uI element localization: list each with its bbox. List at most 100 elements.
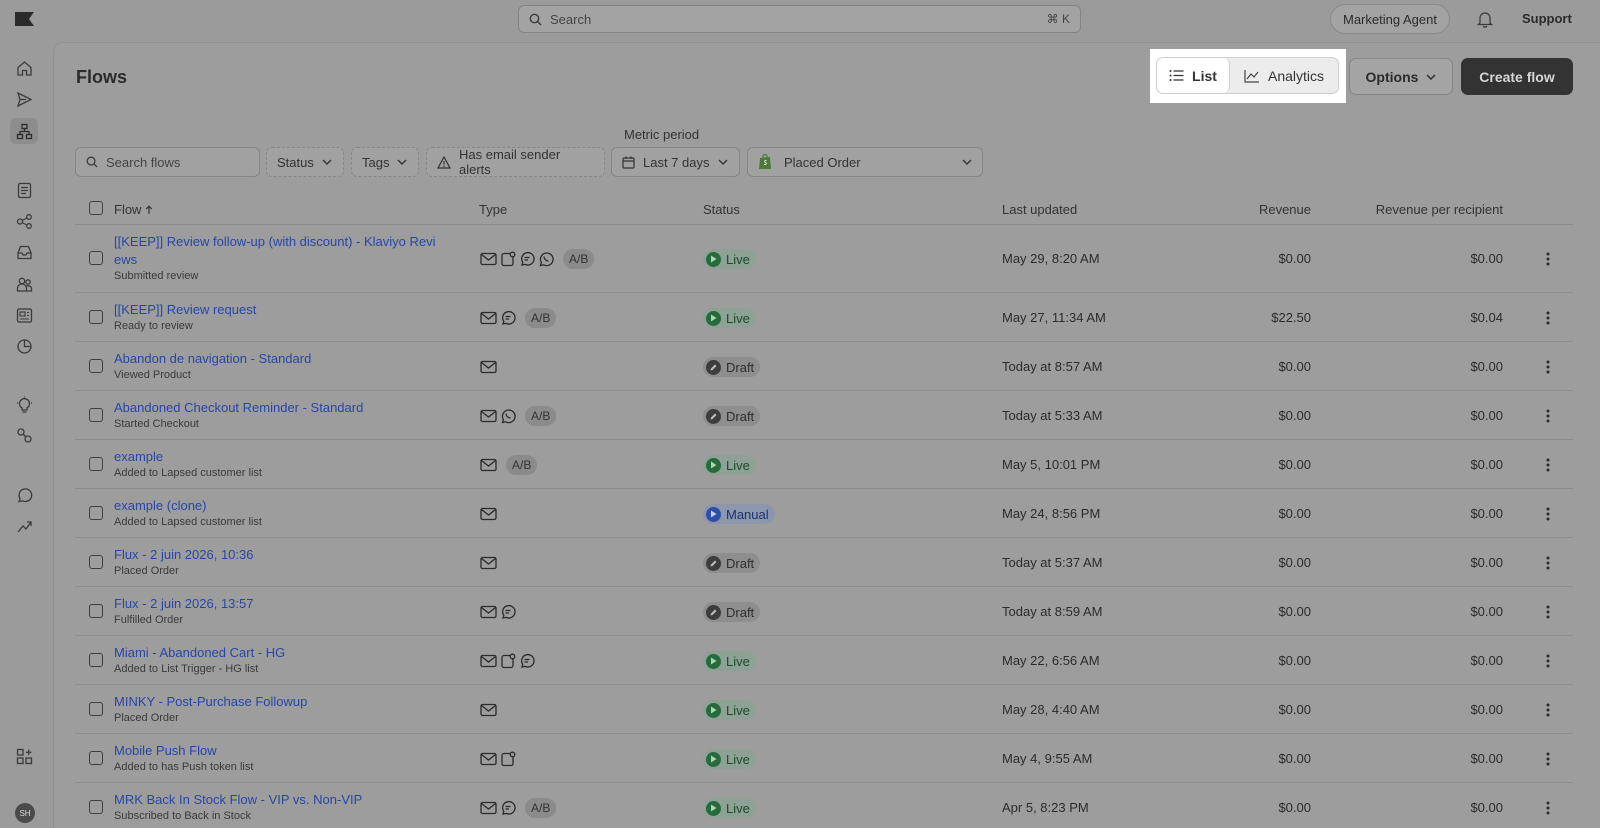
global-search-input[interactable]: Search ⌘ K (518, 5, 1081, 33)
home-icon[interactable] (14, 58, 34, 78)
marketing-agent-button[interactable]: Marketing Agent (1330, 4, 1450, 34)
table-row[interactable]: example (clone) Added to Lapsed customer … (75, 489, 1573, 538)
row-checkbox[interactable] (89, 457, 103, 471)
more-vertical-icon (1546, 360, 1550, 374)
table-row[interactable]: Mobile Push Flow Added to has Push token … (75, 734, 1573, 783)
last-updated: May 22, 6:56 AM (1002, 653, 1100, 668)
audience-icon[interactable] (14, 274, 34, 294)
row-checkbox[interactable] (89, 251, 103, 265)
revenue-per-recipient: $0.00 (1470, 408, 1503, 423)
avatar[interactable]: SH (15, 803, 35, 823)
column-last-updated[interactable]: Last updated (1002, 202, 1077, 217)
integrations-icon[interactable] (14, 425, 34, 445)
column-flow[interactable]: Flow (114, 202, 153, 217)
row-actions-button[interactable] (1541, 603, 1555, 621)
flow-name-link[interactable]: MINKY - Post-Purchase Followup (114, 693, 464, 711)
column-revenue[interactable]: Revenue (1209, 202, 1311, 217)
row-checkbox[interactable] (89, 310, 103, 324)
table-row[interactable]: Flux - 2 juin 2026, 13:57 Fulfilled Order… (75, 587, 1573, 636)
flow-name-link[interactable]: example (clone) (114, 497, 464, 515)
flow-name-link[interactable]: example (114, 448, 464, 466)
row-actions-button[interactable] (1541, 554, 1555, 572)
whatsapp-icon[interactable] (14, 485, 34, 505)
row-checkbox[interactable] (89, 702, 103, 716)
flows-icon[interactable] (10, 118, 38, 144)
row-actions-button[interactable] (1541, 505, 1555, 523)
table-row[interactable]: MRK Back In Stock Flow - VIP vs. Non-VIP… (75, 783, 1573, 828)
conversion-metric-select[interactable]: Placed Order (747, 147, 983, 177)
table-row[interactable]: Abandoned Checkout Reminder - Standard St… (75, 391, 1573, 440)
row-actions-button[interactable] (1541, 652, 1555, 670)
inbox-icon[interactable] (14, 242, 34, 262)
options-button[interactable]: Options (1349, 58, 1453, 95)
flow-name-link[interactable]: [[KEEP]] Review request (114, 301, 464, 319)
list-view-tab[interactable]: List (1157, 58, 1230, 93)
flow-name-link[interactable]: Mobile Push Flow (114, 742, 464, 760)
flow-name-link[interactable]: Miami - Abandoned Cart - HG (114, 644, 464, 662)
trend-icon[interactable] (14, 516, 34, 536)
table-row[interactable]: Flux - 2 juin 2026, 10:36 Placed Order Dra… (75, 538, 1573, 587)
apps-icon[interactable] (14, 746, 34, 766)
table-header: Flow Type Status Last updated Revenue Re… (75, 193, 1573, 225)
row-actions-button[interactable] (1541, 701, 1555, 719)
row-actions-button[interactable] (1541, 309, 1555, 327)
flow-name-link[interactable]: Abandon de navigation - Standard (114, 350, 464, 368)
list-icon[interactable] (14, 180, 34, 200)
last-updated: May 28, 4:40 AM (1002, 702, 1100, 717)
segments-icon[interactable] (14, 211, 34, 231)
flow-cell: example (clone) Added to Lapsed customer … (114, 497, 464, 528)
create-flow-button[interactable]: Create flow (1461, 58, 1573, 95)
ab-test-badge: A/B (506, 455, 538, 475)
tags-filter[interactable]: Tags (351, 147, 419, 177)
row-checkbox[interactable] (89, 604, 103, 618)
email-sender-alerts-filter[interactable]: Has email sender alerts (426, 147, 605, 177)
row-checkbox[interactable] (89, 751, 103, 765)
flow-name-link[interactable]: MRK Back In Stock Flow - VIP vs. Non-VIP (114, 791, 464, 809)
support-link[interactable]: Support (1522, 11, 1572, 26)
revenue: $0.00 (1278, 653, 1311, 668)
status-badge: Live (703, 749, 756, 769)
row-actions-button[interactable] (1541, 750, 1555, 768)
idea-icon[interactable] (14, 394, 34, 414)
content-icon[interactable] (14, 305, 34, 325)
column-revenue-per-recipient[interactable]: Revenue per recipient (1337, 202, 1503, 217)
bell-icon[interactable] (1476, 10, 1494, 28)
column-type: Type (479, 202, 508, 217)
analytics-clock-icon[interactable] (14, 336, 34, 356)
row-actions-button[interactable] (1541, 358, 1555, 376)
search-flows-placeholder: Search flows (106, 154, 181, 170)
table-row[interactable]: MINKY - Post-Purchase Followup Placed Ord… (75, 685, 1573, 734)
metric-period-select[interactable]: Last 7 days (611, 147, 740, 177)
row-actions-button[interactable] (1541, 250, 1555, 268)
row-actions-button[interactable] (1541, 799, 1555, 817)
row-checkbox[interactable] (89, 653, 103, 667)
flow-name-link[interactable]: Flux - 2 juin 2026, 10:36 (114, 546, 464, 564)
chevron-down-icon (962, 159, 972, 165)
row-checkbox[interactable] (89, 408, 103, 422)
status-icon (706, 251, 721, 267)
analytics-view-tab[interactable]: Analytics (1230, 58, 1338, 93)
send-icon[interactable] (14, 89, 34, 109)
select-all-checkbox[interactable] (89, 201, 103, 215)
flow-name-link[interactable]: [[KEEP]] Review follow-up (with discount… (114, 233, 464, 269)
row-checkbox[interactable] (89, 555, 103, 569)
row-checkbox[interactable] (89, 506, 103, 520)
table-row[interactable]: example Added to Lapsed customer list A/B L… (75, 440, 1573, 489)
list-view-label: List (1192, 67, 1217, 84)
table-row[interactable]: Miami - Abandoned Cart - HG Added to List… (75, 636, 1573, 685)
row-checkbox[interactable] (89, 359, 103, 373)
search-flows-input[interactable]: Search flows (75, 147, 260, 177)
klaviyo-logo-icon[interactable] (15, 12, 34, 26)
status-filter[interactable]: Status (266, 147, 344, 177)
email-icon (480, 752, 497, 766)
flow-name-link[interactable]: Flux - 2 juin 2026, 13:57 (114, 595, 464, 613)
table-row[interactable]: [[KEEP]] Review request Ready to review A/… (75, 293, 1573, 342)
table-row[interactable]: [[KEEP]] Review follow-up (with discount… (75, 225, 1573, 293)
status-badge: Live (703, 700, 756, 720)
more-vertical-icon (1546, 458, 1550, 472)
table-row[interactable]: Abandon de navigation - Standard Viewed P… (75, 342, 1573, 391)
row-actions-button[interactable] (1541, 456, 1555, 474)
row-checkbox[interactable] (89, 800, 103, 814)
flow-name-link[interactable]: Abandoned Checkout Reminder - Standard (114, 399, 464, 417)
row-actions-button[interactable] (1541, 407, 1555, 425)
